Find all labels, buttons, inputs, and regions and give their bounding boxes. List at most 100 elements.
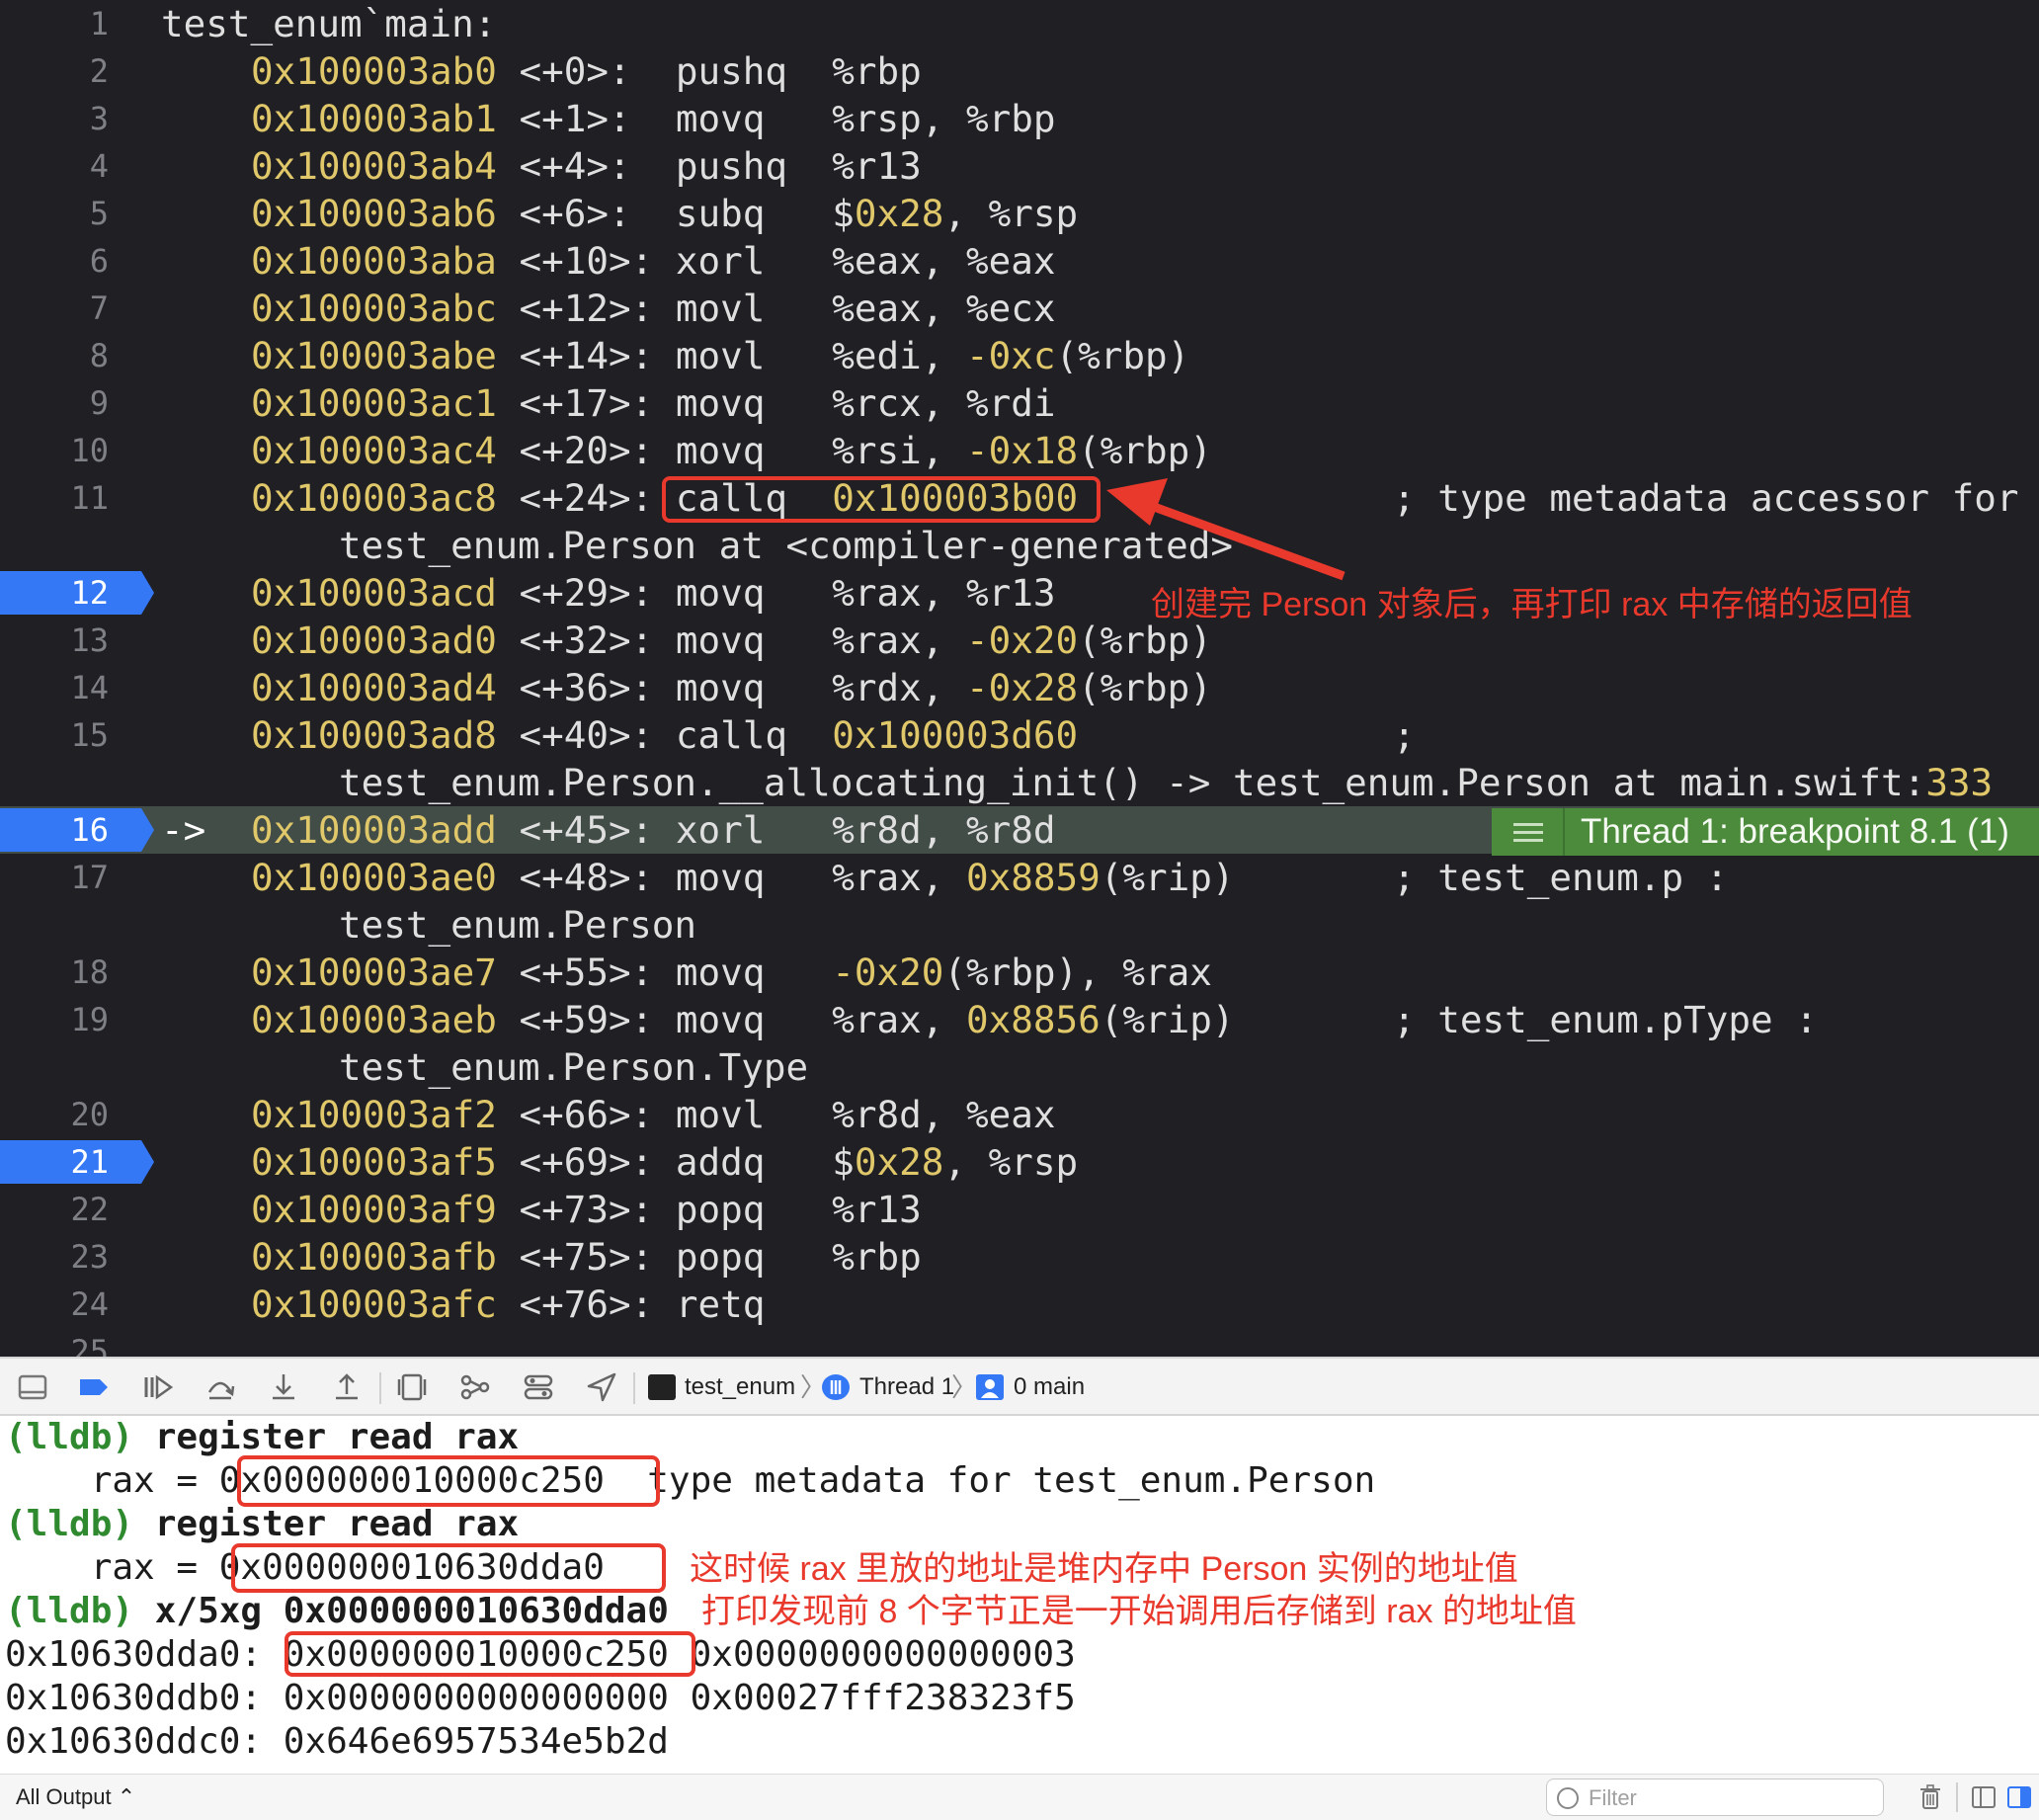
simulate-location-icon[interactable]: [585, 1370, 618, 1404]
console-pane-icon[interactable]: [2005, 1783, 2033, 1811]
hide-debug-area-icon[interactable]: [16, 1370, 49, 1404]
instruction-address: 0x100003aeb: [251, 998, 497, 1041]
line-number: 6: [89, 242, 109, 280]
line-number: 8: [89, 337, 109, 374]
instruction: 0x100003abe <+14>: movl %edi, -0xc(%rbp): [251, 332, 1189, 379]
instruction: 0x100003aba <+10>: xorl %eax, %eax: [251, 237, 1056, 285]
instruction-operand: 0x8859: [966, 856, 1101, 899]
filter-field[interactable]: Filter: [1546, 1779, 1884, 1816]
code-line-continuation: test_enum.Person.Type: [0, 1043, 2039, 1091]
step-out-icon[interactable]: [330, 1370, 364, 1404]
instruction-opcode: movq: [675, 429, 787, 472]
instruction-opcode: addq: [675, 1140, 787, 1184]
code-line: 22 0x100003af9 <+73>: popq %r13: [0, 1186, 2039, 1233]
code-line-continuation: test_enum.Person.__allocating_init() -> …: [0, 759, 2039, 806]
instruction: 0x100003ab1 <+1>: movq %rsp, %rbp: [251, 95, 1056, 142]
line-number: 3: [89, 100, 109, 137]
breadcrumb-frame[interactable]: 0 main: [1014, 1359, 1085, 1416]
instruction-opcode: xorl: [675, 239, 787, 283]
environment-overrides-icon[interactable]: [522, 1370, 555, 1404]
thread-breakpoint-badge[interactable]: Thread 1: breakpoint 8.1 (1): [1492, 808, 2039, 856]
continue-icon[interactable]: [140, 1370, 174, 1404]
terminal-icon: [648, 1374, 676, 1400]
instruction-offset: <+76>:: [519, 1282, 676, 1326]
breadcrumb-target[interactable]: test_enum: [685, 1359, 795, 1416]
lldb-console[interactable]: (lldb) register read rax rax = 0x0000000…: [0, 1416, 2039, 1774]
instruction-offset: <+66>:: [519, 1093, 676, 1136]
instruction-operand: %eax, %ecx: [832, 287, 1056, 330]
line-number: 1: [89, 5, 109, 42]
instruction-address: 0x100003ac8: [251, 476, 497, 520]
instruction-opcode: movl: [675, 334, 787, 377]
instruction-opcode: pushq: [675, 49, 787, 93]
instruction: 0x100003afb <+75>: popq %rbp: [251, 1233, 922, 1281]
line-number: 14: [70, 669, 109, 706]
instruction-address: 0x100003abc: [251, 287, 497, 330]
instruction-address: 0x100003af5: [251, 1140, 497, 1184]
instruction-address: 0x100003afc: [251, 1282, 497, 1326]
code-line: 18 0x100003ae7 <+55>: movq -0x20(%rbp), %…: [0, 949, 2039, 996]
view-hierarchy-icon[interactable]: [395, 1370, 429, 1404]
list-icon: [1492, 808, 1565, 856]
comment-continuation: test_enum.Person.__allocating_init() -> …: [339, 759, 1993, 806]
instruction-address: 0x100003ae0: [251, 856, 497, 899]
instruction-operand: , %rsp: [943, 192, 1079, 235]
code-line: 10 0x100003ac4 <+20>: movq %rsi, -0x18(%r…: [0, 427, 2039, 474]
comment-text: test_enum.Person.__allocating_init() -> …: [339, 761, 1926, 804]
code-line: 17 0x100003ae0 <+48>: movq %rax, 0x8859(%…: [0, 854, 2039, 901]
instruction-pointer-arrow: ->: [161, 808, 206, 852]
instruction: 0x100003ad8 <+40>: callq 0x100003d60: [251, 711, 1078, 759]
code-line: 2 0x100003ab0 <+0>: pushq %rbp: [0, 47, 2039, 95]
comment-text: test_enum.Person: [339, 903, 696, 947]
line-number: 23: [70, 1238, 109, 1276]
instruction-address: 0x100003ab1: [251, 97, 497, 140]
trash-icon[interactable]: [1917, 1783, 1944, 1811]
instruction-comment: ; test_enum.p :: [1393, 856, 1729, 899]
instruction-opcode: movl: [675, 1093, 787, 1136]
breakpoints-toggle-icon[interactable]: [77, 1370, 111, 1404]
instruction-operand: (%rip): [1100, 856, 1235, 899]
comment-text: test_enum.Person at <compiler-generated>: [339, 524, 1233, 567]
instruction-offset: <+48>:: [519, 856, 676, 899]
memory-address: 0x10630ddc0:: [5, 1721, 263, 1762]
instruction-opcode: subq: [675, 192, 787, 235]
instruction-operand: %rdx,: [832, 666, 966, 709]
instruction: 0x100003aeb <+59>: movq %rax, 0x8856(%ri…: [251, 996, 1235, 1043]
instruction-opcode: movq: [675, 666, 787, 709]
code-line: 24 0x100003afc <+76>: retq: [0, 1281, 2039, 1328]
memory-graph-icon[interactable]: [458, 1370, 492, 1404]
instruction-opcode: movq: [675, 951, 787, 994]
code-line: 6 0x100003aba <+10>: xorl %eax, %eax: [0, 237, 2039, 285]
instruction-offset: <+29>:: [519, 571, 676, 615]
console-line-cmd1: (lldb) register read rax: [5, 1416, 519, 1459]
instruction-address: 0x100003acd: [251, 571, 497, 615]
instruction-address: 0x100003ad8: [251, 713, 497, 757]
instruction: 0x100003abc <+12>: movl %eax, %ecx: [251, 285, 1056, 332]
instruction-operand: %rbp: [832, 49, 922, 93]
function-label: test_enum`main:: [161, 2, 497, 45]
rax-label: rax =: [90, 1460, 219, 1501]
code-line: 25: [0, 1328, 2039, 1357]
breadcrumb-thread[interactable]: Thread 1: [859, 1359, 954, 1416]
memory-address: 0x10630ddb0:: [5, 1678, 263, 1718]
code-line: 14 0x100003ad4 <+36>: movq %rdx, -0x28(%r…: [0, 664, 2039, 711]
rax2-highlight-box: [231, 1543, 666, 1593]
instruction-operand: %rbp: [832, 1235, 922, 1279]
console-command: x/5xg 0x000000010630dda0: [154, 1591, 669, 1631]
step-over-icon[interactable]: [204, 1370, 237, 1404]
instruction-operand: -0x18: [966, 429, 1079, 472]
code-line: 19 0x100003aeb <+59>: movq %rax, 0x8856(%…: [0, 996, 2039, 1043]
thread-icon: [822, 1374, 850, 1400]
step-into-icon[interactable]: [267, 1370, 300, 1404]
instruction-offset: <+73>:: [519, 1188, 676, 1231]
line-number: 4: [89, 147, 109, 185]
variables-pane-icon[interactable]: [1970, 1783, 1998, 1811]
instruction-offset: <+24>:: [519, 476, 676, 520]
instruction: 0x100003add <+45>: xorl %r8d, %r8d: [251, 806, 1056, 854]
instruction-opcode: xorl: [675, 808, 787, 852]
editor-annotation: 创建完 Person 对象后，再打印 rax 中存储的返回值: [1151, 586, 1913, 623]
output-select[interactable]: All Output ⌃: [16, 1775, 135, 1820]
instruction-opcode: movq: [675, 619, 787, 662]
lldb-prompt: (lldb): [5, 1417, 134, 1457]
instruction-address: 0x100003abe: [251, 334, 497, 377]
